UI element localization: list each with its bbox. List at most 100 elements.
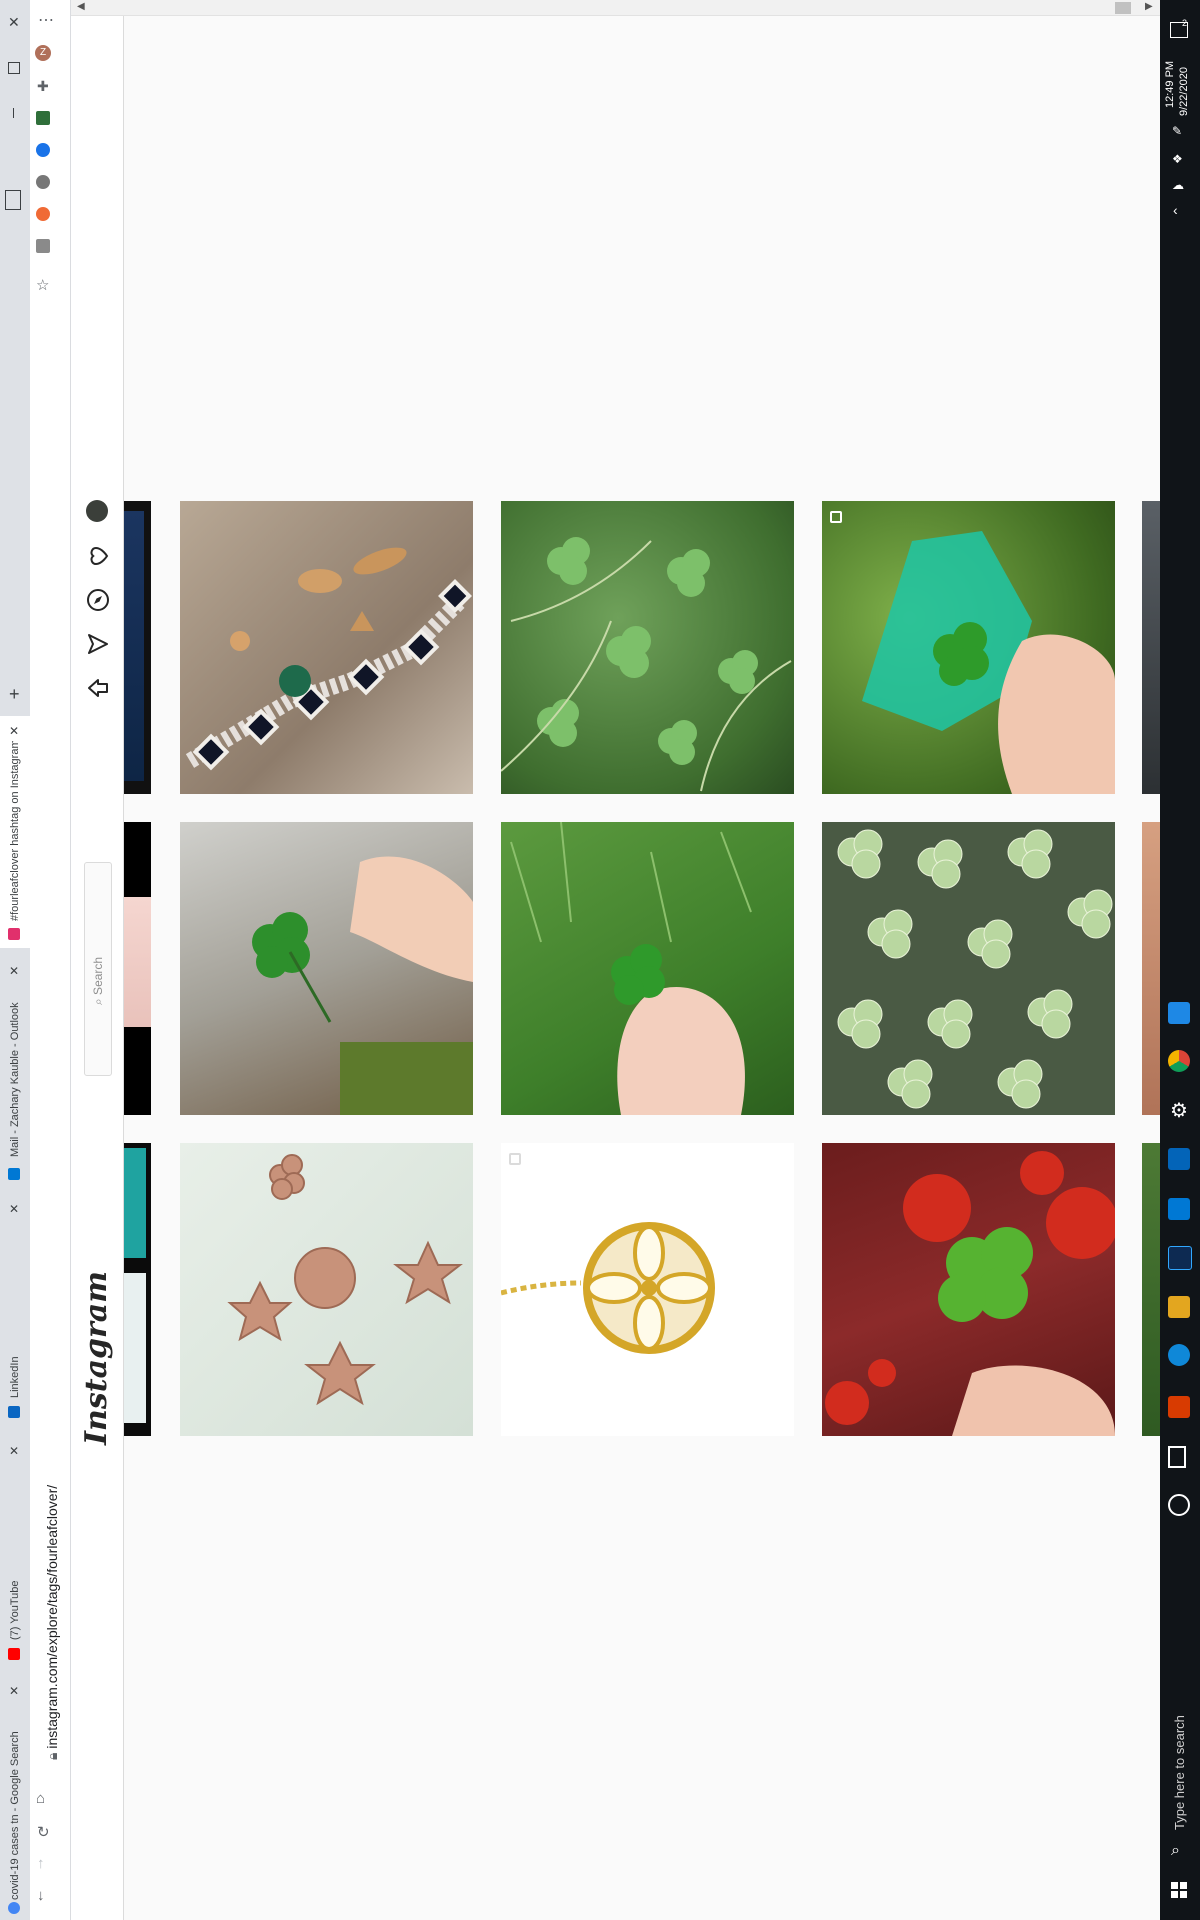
photo-tile[interactable] [180, 501, 473, 794]
photo-tile[interactable] [180, 822, 473, 1115]
scrollbar[interactable]: ◀ ▶ [71, 0, 1160, 16]
dropbox-icon[interactable]: ❖ [1172, 152, 1183, 166]
tab-youtube[interactable]: ✕ (7) YouTube [0, 1440, 30, 1680]
tab-label: #fourleafclover hashtag on Instagram [9, 741, 21, 921]
outlook-icon [8, 1168, 20, 1180]
tab-layout-icon[interactable] [5, 190, 21, 210]
edge-icon[interactable] [1168, 1344, 1190, 1366]
scroll-left-icon[interactable]: ◀ [77, 1, 85, 12]
scrollbar-thumb[interactable] [1115, 2, 1131, 14]
outlook-icon[interactable] [1168, 1148, 1190, 1170]
visual-studio-icon[interactable] [1168, 1198, 1190, 1220]
taskbar-search[interactable]: Type here to search [1172, 1715, 1187, 1830]
avatar[interactable] [86, 500, 108, 522]
tab-instagram[interactable]: ✕ #fourleafclover hashtag on Instagram [0, 716, 30, 948]
cloud-icon[interactable]: ☁ [1172, 178, 1184, 192]
show-hidden-icons[interactable]: ‹ [1173, 202, 1178, 218]
tab-label: covid-19 cases tn - Google Search [9, 1731, 21, 1900]
instagram-icon [8, 928, 20, 940]
youtube-icon [8, 1648, 20, 1660]
photo-tile-partial[interactable] [124, 822, 151, 1115]
close-tab-icon[interactable]: ✕ [9, 724, 19, 738]
tab-linkedin[interactable]: ✕ LinkedIn [0, 1198, 30, 1418]
multiple-photos-icon [830, 511, 842, 523]
search-placeholder: ⌕ Search [91, 956, 105, 1005]
water-clover-image [837, 829, 1113, 1109]
extension-icon[interactable] [36, 111, 50, 125]
multiple-photos-icon [509, 1153, 521, 1165]
photo-tile[interactable] [822, 1143, 1115, 1436]
back-icon[interactable]: ↓ [37, 1887, 45, 1904]
search-icon: ⌕ [91, 994, 105, 1005]
scroll-right-icon[interactable]: ▶ [1145, 1, 1153, 12]
address-bar[interactable]: 🔒︎ instagram.com/explore/tags/fourleafcl… [44, 1460, 61, 1760]
rose-gold-charms-image [227, 1154, 463, 1406]
bookmark-star-icon[interactable]: ☆ [36, 276, 49, 294]
hand-clover-image [862, 531, 1115, 794]
close-tab-icon[interactable]: ✕ [9, 1202, 19, 1216]
tab-outlook[interactable]: ✕ Mail - Zachary Kauble - Outlook [0, 960, 30, 1190]
app-icon[interactable] [1168, 1002, 1190, 1024]
extension-icon[interactable] [36, 239, 50, 253]
photo-tile[interactable] [501, 822, 794, 1115]
sticky-notes-icon[interactable] [1168, 1296, 1190, 1318]
office-icon[interactable] [1168, 1396, 1190, 1418]
photoshop-icon[interactable] [1168, 1246, 1192, 1270]
browser-toolbar: ⋯ Z ✚ ☆ 🔒︎ instagram.com/explore/tags/fo… [30, 0, 71, 1920]
photo-tile-partial[interactable] [124, 501, 151, 794]
close-tab-icon[interactable]: ✕ [9, 964, 19, 978]
menu-icon[interactable]: ⋯ [38, 10, 54, 30]
photo-tile[interactable] [501, 501, 794, 794]
new-tab-button[interactable]: + [9, 684, 20, 705]
clover-in-grass-image [510, 822, 752, 1115]
settings-icon[interactable]: ⚙ [1168, 1100, 1190, 1122]
clock-time[interactable]: 12:49 PM [1164, 61, 1176, 108]
photo-tile[interactable] [180, 1143, 473, 1436]
home-icon[interactable] [86, 676, 110, 700]
search-input[interactable]: ⌕ Search [84, 862, 112, 1076]
tab-google[interactable]: ✕ covid-19 cases tn - Google Search [0, 1680, 30, 1920]
taskbar: 2 12:49 PM 9/22/2020 ✎ ❖ ☁ ‹ Type here t… [1160, 0, 1200, 1920]
photo-tile-partial[interactable] [1142, 822, 1160, 1115]
minimize-window-icon[interactable] [13, 108, 14, 118]
search-icon[interactable]: ⌕ [1171, 1842, 1180, 1860]
photo-tile[interactable] [822, 501, 1115, 794]
photo-tile-partial[interactable] [124, 1143, 151, 1436]
photo-tile[interactable] [501, 1143, 794, 1436]
google-icon [8, 1902, 20, 1914]
pen-icon[interactable]: ✎ [1172, 124, 1182, 138]
extension-icon[interactable] [36, 175, 50, 189]
extension-icon[interactable] [36, 207, 50, 221]
tab-label: Mail - Zachary Kauble - Outlook [9, 1002, 21, 1157]
gold-pendant-image [501, 1222, 715, 1354]
avatar[interactable]: Z [35, 45, 51, 61]
clover-patch-image [501, 537, 792, 792]
heart-icon[interactable] [86, 544, 110, 568]
jewelry-image [185, 547, 472, 771]
explore-icon[interactable] [86, 588, 110, 612]
photo-tile-partial[interactable] [1142, 501, 1160, 794]
windows-start-icon[interactable] [1171, 1882, 1187, 1898]
chrome-icon[interactable] [1168, 1050, 1190, 1072]
direct-message-icon[interactable] [86, 632, 110, 656]
tab-label: (7) YouTube [9, 1580, 21, 1640]
instagram-logo[interactable]: Instagram [79, 1271, 114, 1445]
cortana-icon[interactable] [1168, 1494, 1190, 1516]
photo-tile-partial[interactable] [1142, 1143, 1160, 1436]
tab-strip: ✕ + ✕ #fourleafclover hashtag on Instagr… [0, 0, 30, 1920]
hand-clover-image [252, 856, 473, 1115]
address-url[interactable]: instagram.com/explore/tags/fourleafclove… [44, 1485, 60, 1749]
close-window-icon[interactable]: ✕ [8, 14, 20, 31]
notification-count: 2 [1182, 18, 1188, 28]
forward-icon[interactable]: ↑ [37, 1855, 45, 1872]
home-icon[interactable]: ⌂ [36, 1790, 45, 1807]
tab-label: LinkedIn [9, 1356, 21, 1398]
restore-window-icon[interactable] [8, 62, 20, 74]
clock-date[interactable]: 9/22/2020 [1178, 67, 1190, 116]
close-tab-icon[interactable]: ✕ [9, 1444, 19, 1458]
task-view-icon[interactable] [1168, 1446, 1186, 1468]
reload-icon[interactable]: ↻ [37, 1823, 50, 1841]
extensions-icon[interactable]: ✚ [37, 78, 49, 95]
extension-icon[interactable] [36, 143, 50, 157]
photo-tile[interactable] [822, 822, 1115, 1115]
